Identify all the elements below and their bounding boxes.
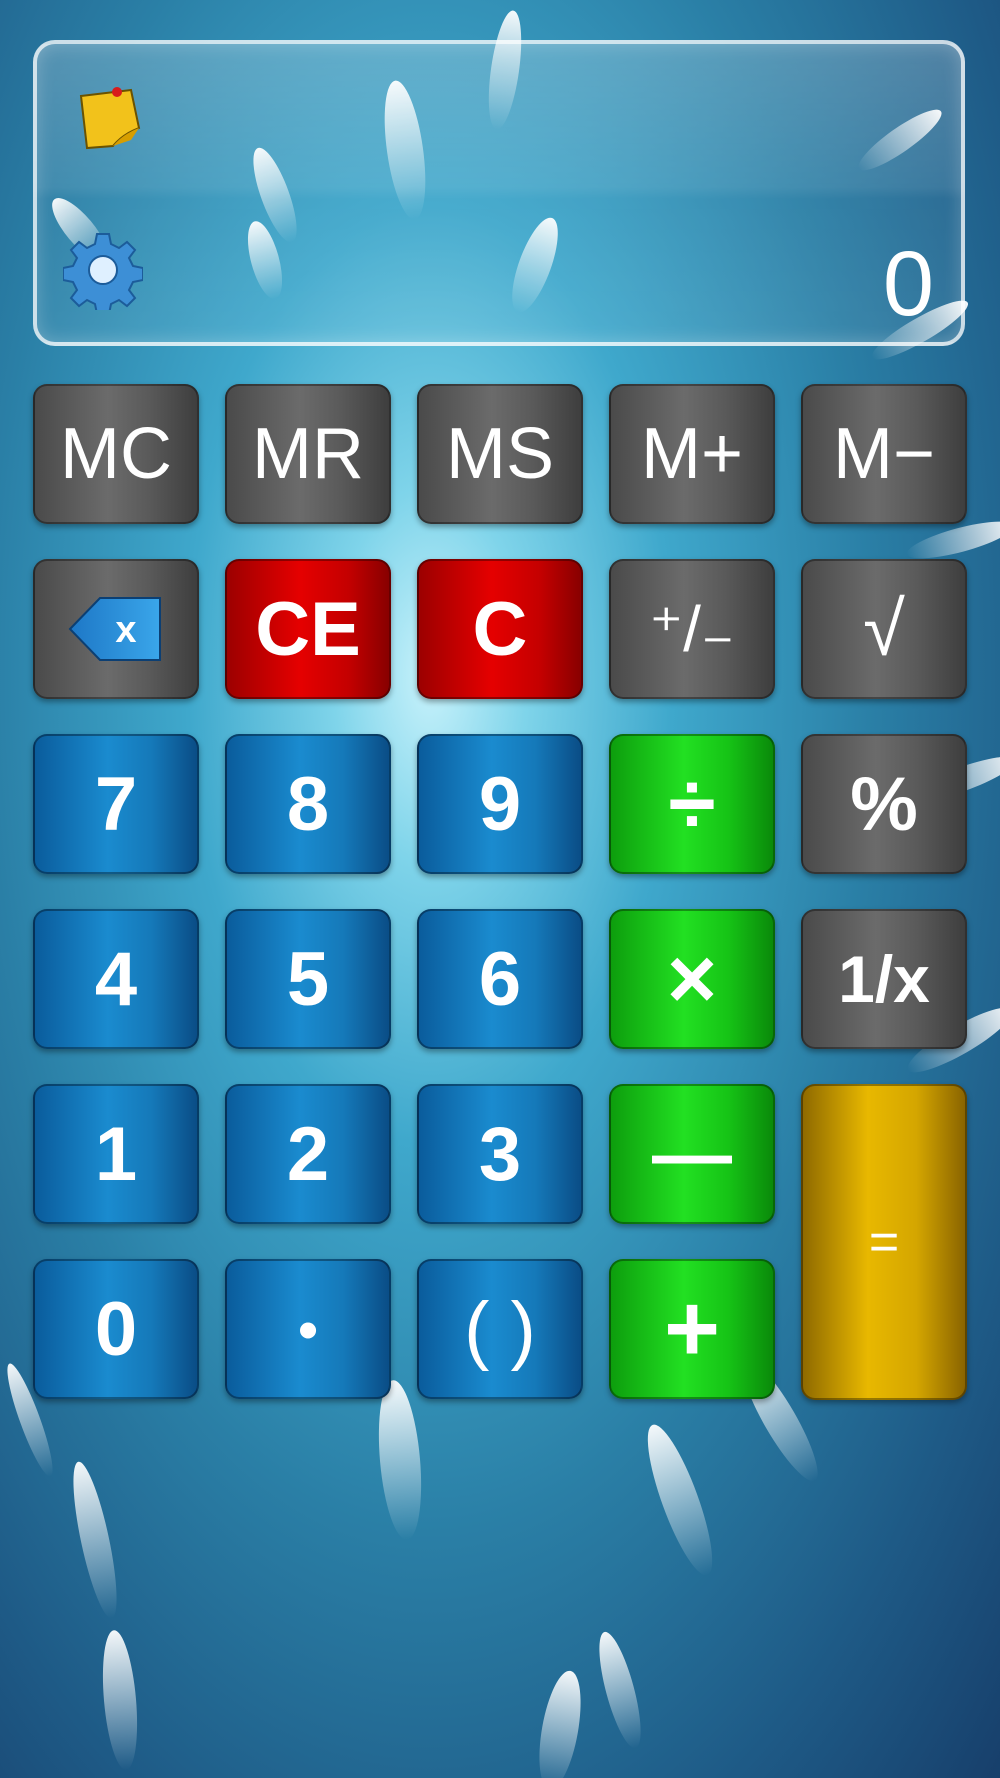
- digit-9-button[interactable]: 9: [417, 734, 583, 874]
- equals-button[interactable]: =: [801, 1084, 967, 1400]
- percent-button[interactable]: %: [801, 734, 967, 874]
- digit-7-button[interactable]: 7: [33, 734, 199, 874]
- digit-0-button[interactable]: 0: [33, 1259, 199, 1399]
- digit-6-button[interactable]: 6: [417, 909, 583, 1049]
- digit-8-button[interactable]: 8: [225, 734, 391, 874]
- digit-1-button[interactable]: 1: [33, 1084, 199, 1224]
- mc-button[interactable]: MC: [33, 384, 199, 524]
- minus-button[interactable]: —: [609, 1084, 775, 1224]
- backspace-icon: x: [68, 597, 161, 661]
- display-value: 0: [882, 233, 935, 335]
- parentheses-button[interactable]: ( ): [417, 1259, 583, 1399]
- display-panel: 0: [33, 40, 965, 346]
- plus-button[interactable]: +: [609, 1259, 775, 1399]
- divide-button[interactable]: ÷: [609, 734, 775, 874]
- sign-toggle-button[interactable]: ⁺/₋: [609, 559, 775, 699]
- ce-button[interactable]: CE: [225, 559, 391, 699]
- sticky-note-icon[interactable]: [73, 82, 145, 154]
- sqrt-button[interactable]: √: [801, 559, 967, 699]
- multiply-button[interactable]: ×: [609, 909, 775, 1049]
- m-plus-button[interactable]: M+: [609, 384, 775, 524]
- digit-2-button[interactable]: 2: [225, 1084, 391, 1224]
- mr-button[interactable]: MR: [225, 384, 391, 524]
- digit-3-button[interactable]: 3: [417, 1084, 583, 1224]
- digit-5-button[interactable]: 5: [225, 909, 391, 1049]
- gear-icon[interactable]: [63, 230, 143, 310]
- backspace-label: x: [115, 609, 136, 651]
- backspace-button[interactable]: x: [33, 559, 199, 699]
- digit-4-button[interactable]: 4: [33, 909, 199, 1049]
- decimal-point-button[interactable]: •: [225, 1259, 391, 1399]
- ms-button[interactable]: MS: [417, 384, 583, 524]
- m-minus-button[interactable]: M−: [801, 384, 967, 524]
- c-button[interactable]: C: [417, 559, 583, 699]
- reciprocal-button[interactable]: 1/x: [801, 909, 967, 1049]
